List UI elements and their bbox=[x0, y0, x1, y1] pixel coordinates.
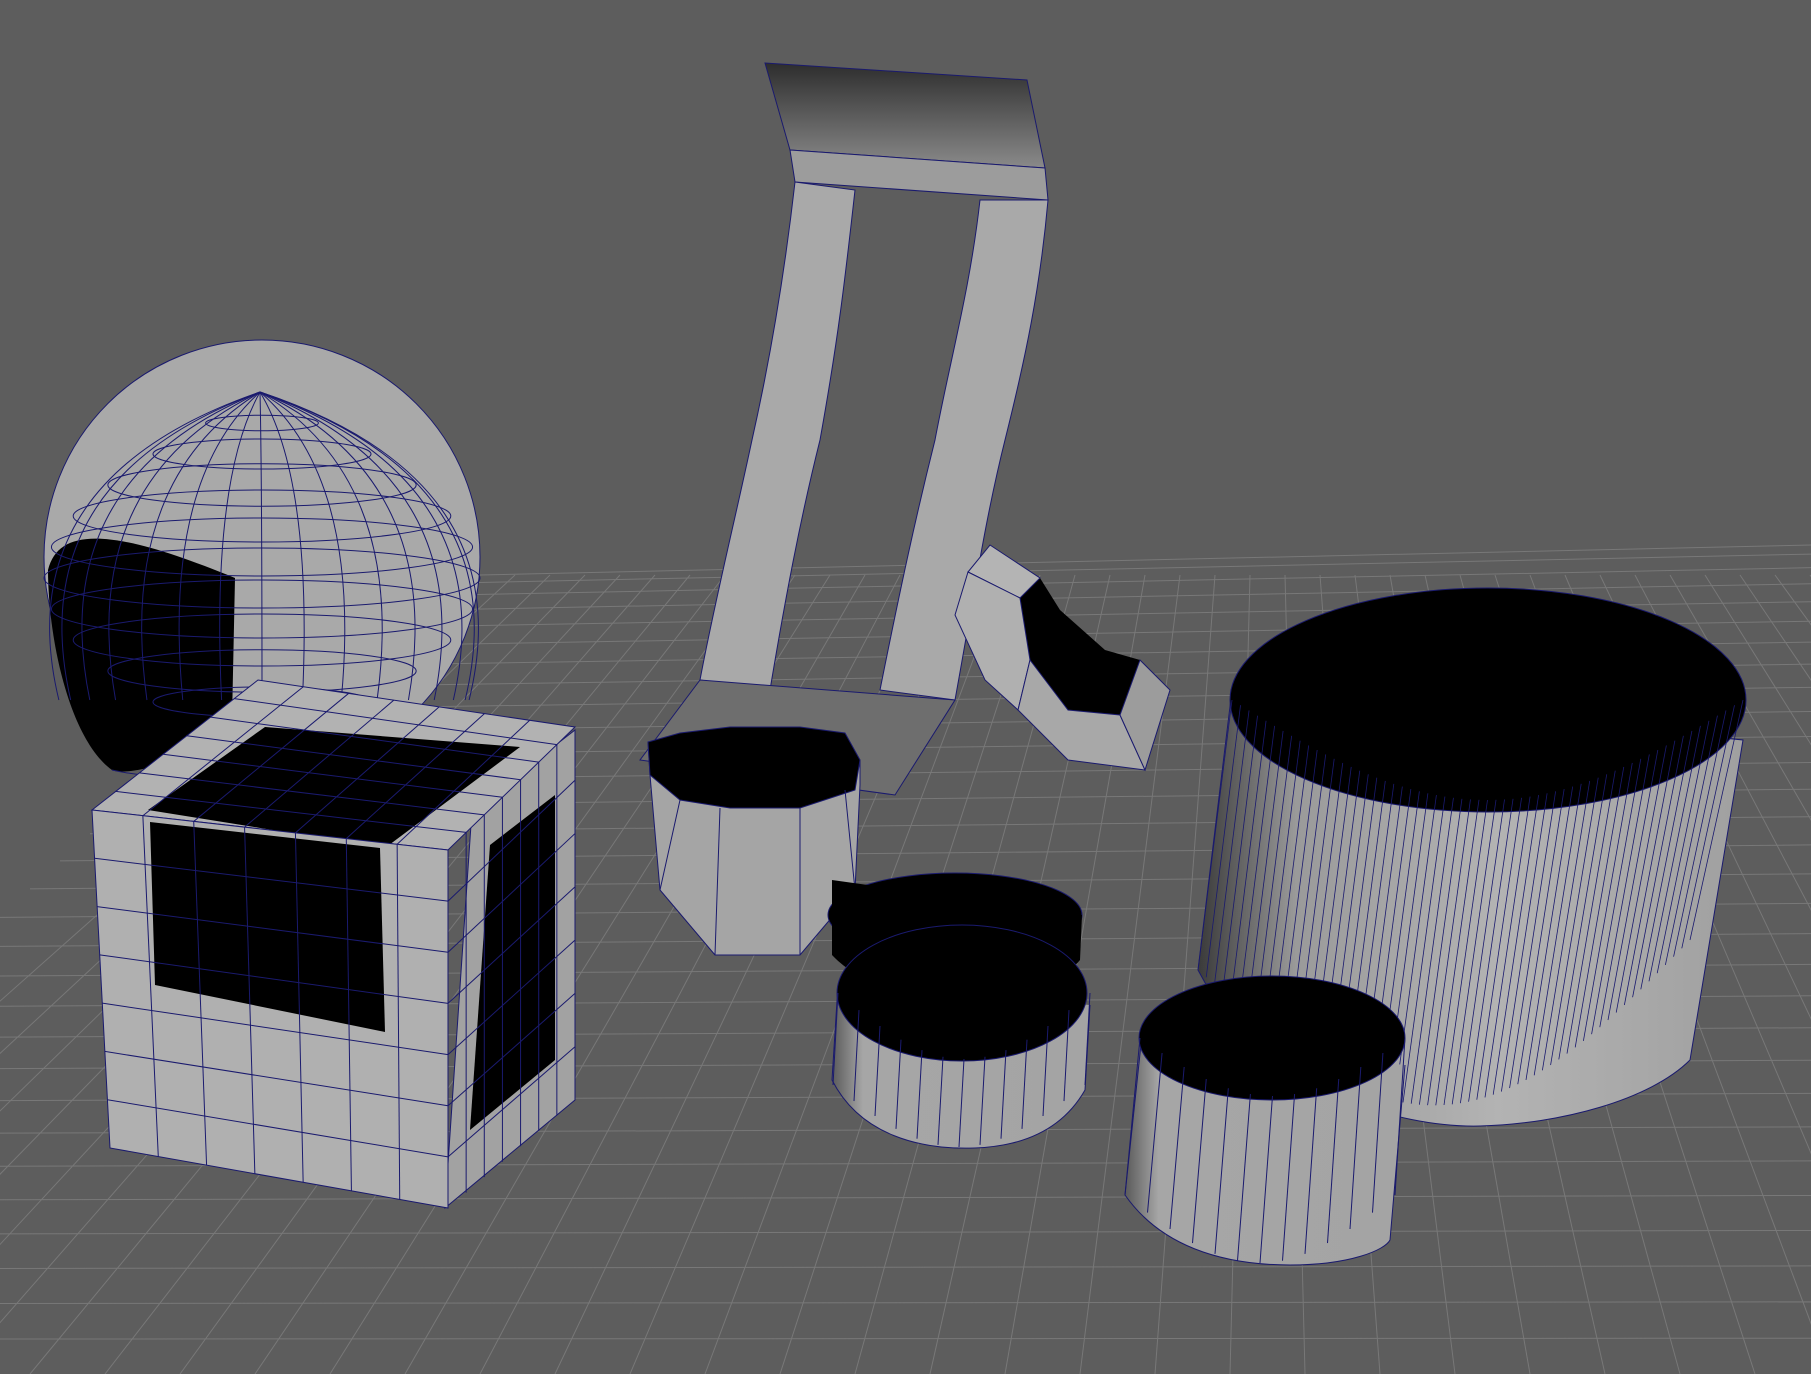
small-cylinder-front-object[interactable] bbox=[831, 924, 1091, 1149]
octagon-cylinder-object[interactable] bbox=[647, 726, 861, 956]
medium-cylinder-object[interactable] bbox=[1124, 975, 1406, 1266]
open-cube-object[interactable] bbox=[90, 679, 577, 1210]
3d-viewport[interactable] bbox=[0, 0, 1811, 1374]
scene-canvas[interactable] bbox=[0, 0, 1811, 1374]
bent-plane-object[interactable] bbox=[639, 62, 1049, 796]
